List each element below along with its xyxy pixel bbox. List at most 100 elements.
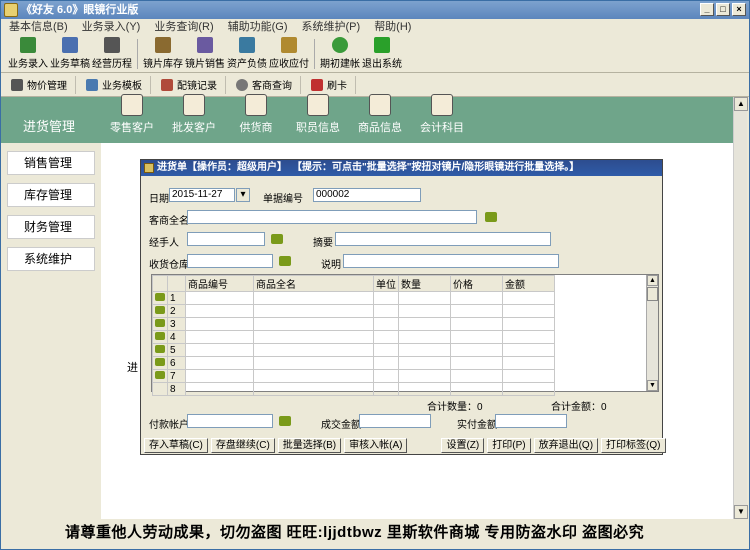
table-cell[interactable] bbox=[450, 304, 503, 318]
table-cell[interactable] bbox=[373, 343, 399, 357]
discard-exit-button[interactable]: 放弃退出(Q) bbox=[533, 438, 599, 453]
payment-account-field[interactable] bbox=[187, 414, 273, 428]
table-cell[interactable] bbox=[398, 382, 451, 396]
table-cell[interactable] bbox=[398, 304, 451, 318]
table-cell[interactable] bbox=[253, 291, 374, 305]
table-cell[interactable] bbox=[502, 291, 555, 305]
table-cell[interactable] bbox=[502, 343, 555, 357]
vendor-field[interactable] bbox=[187, 210, 477, 224]
table-row[interactable]: 7 bbox=[152, 369, 555, 383]
table-cell[interactable] bbox=[185, 291, 254, 305]
customer-query-button[interactable]: 客商查询 bbox=[232, 75, 301, 94]
table-row[interactable]: 4 bbox=[152, 330, 555, 344]
table-cell[interactable] bbox=[502, 382, 555, 396]
module-staff[interactable]: 职员信息 bbox=[287, 94, 349, 143]
table-cell[interactable] bbox=[502, 304, 555, 318]
pointer-hand-icon[interactable] bbox=[271, 234, 283, 244]
deal-amount-field[interactable] bbox=[359, 414, 431, 428]
sidebar-item-sales[interactable]: 销售管理 bbox=[7, 151, 95, 175]
sidebar-item-finance[interactable]: 财务管理 bbox=[7, 215, 95, 239]
print-label-button[interactable]: 打印标签(Q) bbox=[601, 438, 666, 453]
table-cell[interactable] bbox=[450, 382, 503, 396]
pointer-hand-icon[interactable] bbox=[279, 416, 291, 426]
row-pointer-cell[interactable] bbox=[152, 304, 168, 318]
col-amount[interactable]: 金额 bbox=[502, 275, 555, 292]
table-cell[interactable] bbox=[373, 369, 399, 383]
table-cell[interactable] bbox=[185, 382, 254, 396]
table-cell[interactable] bbox=[185, 369, 254, 383]
save-continue-button[interactable]: 存盘继续(C) bbox=[210, 438, 275, 453]
table-cell[interactable] bbox=[502, 317, 555, 331]
col-price[interactable]: 价格 bbox=[450, 275, 503, 292]
table-cell[interactable] bbox=[398, 330, 451, 344]
minimize-button[interactable]: _ bbox=[700, 3, 714, 16]
glasses-record-button[interactable]: 配镜记录 bbox=[157, 75, 226, 94]
grid-scroll-up[interactable]: ▲ bbox=[647, 275, 658, 286]
toolbar-receivable-button[interactable]: 应收应付 bbox=[268, 37, 310, 70]
module-accounts[interactable]: 会计科目 bbox=[411, 94, 473, 143]
summary-field[interactable] bbox=[335, 232, 551, 246]
col-quantity[interactable]: 数量 bbox=[398, 275, 451, 292]
template-button[interactable]: 业务模板 bbox=[82, 75, 151, 94]
swipe-card-button[interactable]: 刷卡 bbox=[307, 75, 356, 94]
paid-amount-field[interactable] bbox=[495, 414, 567, 428]
pointer-hand-icon[interactable] bbox=[155, 292, 165, 301]
pointer-hand-icon[interactable] bbox=[155, 357, 165, 366]
table-cell[interactable] bbox=[373, 330, 399, 344]
table-cell[interactable] bbox=[373, 356, 399, 370]
handler-field[interactable] bbox=[187, 232, 265, 246]
table-cell[interactable] bbox=[185, 343, 254, 357]
row-pointer-cell[interactable] bbox=[152, 291, 168, 305]
print-button[interactable]: 打印(P) bbox=[487, 438, 531, 453]
table-cell[interactable] bbox=[373, 382, 399, 396]
pointer-hand-icon[interactable] bbox=[155, 318, 165, 327]
scroll-up-arrow[interactable]: ▲ bbox=[734, 97, 748, 111]
menu-basic[interactable]: 基本信息(B) bbox=[9, 19, 68, 35]
toolbar-opening-button[interactable]: 期初建帐 bbox=[319, 37, 361, 70]
row-pointer-cell[interactable] bbox=[152, 330, 168, 344]
main-scrollbar[interactable]: ▲ ▼ bbox=[733, 97, 748, 519]
warehouse-field[interactable] bbox=[187, 254, 273, 268]
table-cell[interactable] bbox=[373, 304, 399, 318]
table-cell[interactable] bbox=[398, 356, 451, 370]
table-cell[interactable] bbox=[398, 291, 451, 305]
row-pointer-cell[interactable] bbox=[152, 382, 168, 396]
table-cell[interactable] bbox=[398, 343, 451, 357]
table-cell[interactable] bbox=[373, 317, 399, 331]
table-row[interactable]: 8 bbox=[152, 382, 555, 396]
grid-scroll-down[interactable]: ▼ bbox=[647, 380, 658, 391]
table-cell[interactable] bbox=[450, 291, 503, 305]
table-cell[interactable] bbox=[253, 369, 374, 383]
toolbar-exit-button[interactable]: 退出系统 bbox=[361, 37, 403, 70]
date-field[interactable]: 2015-11-27 bbox=[169, 188, 235, 202]
docno-field[interactable]: 000002 bbox=[313, 188, 421, 202]
price-button[interactable]: 物价管理 bbox=[7, 75, 76, 94]
table-cell[interactable] bbox=[450, 317, 503, 331]
menu-assist[interactable]: 辅助功能(G) bbox=[228, 19, 288, 35]
pointer-hand-icon[interactable] bbox=[155, 331, 165, 340]
table-cell[interactable] bbox=[398, 317, 451, 331]
row-pointer-cell[interactable] bbox=[152, 317, 168, 331]
table-cell[interactable] bbox=[185, 356, 254, 370]
toolbar-history-button[interactable]: 经营历程 bbox=[91, 37, 133, 70]
col-product-name[interactable]: 商品全名 bbox=[253, 275, 374, 292]
note-field[interactable] bbox=[343, 254, 559, 268]
sidebar-item-purchase[interactable]: 进货管理 bbox=[1, 97, 101, 143]
sidebar-item-system[interactable]: 系统维护 bbox=[7, 247, 95, 271]
table-cell[interactable] bbox=[450, 343, 503, 357]
table-cell[interactable] bbox=[502, 330, 555, 344]
grid-scroll-thumb[interactable] bbox=[647, 287, 658, 301]
save-draft-button[interactable]: 存入草稿(C) bbox=[144, 438, 208, 453]
grid-scrollbar[interactable]: ▲ ▼ bbox=[646, 275, 658, 391]
module-retail-customer[interactable]: 零售客户 bbox=[101, 94, 163, 143]
product-grid[interactable]: 商品编号 商品全名 单位 数量 价格 金额 12345678 ▲ ▼ bbox=[151, 274, 659, 396]
row-pointer-cell[interactable] bbox=[152, 343, 168, 357]
module-product[interactable]: 商品信息 bbox=[349, 94, 411, 143]
toolbar-entry-button[interactable]: 业务录入 bbox=[7, 37, 49, 70]
menu-system[interactable]: 系统维护(P) bbox=[302, 19, 361, 35]
pointer-hand-icon[interactable] bbox=[485, 212, 497, 222]
table-cell[interactable] bbox=[253, 330, 374, 344]
pointer-hand-icon[interactable] bbox=[155, 344, 165, 353]
table-cell[interactable] bbox=[253, 356, 374, 370]
table-cell[interactable] bbox=[253, 343, 374, 357]
